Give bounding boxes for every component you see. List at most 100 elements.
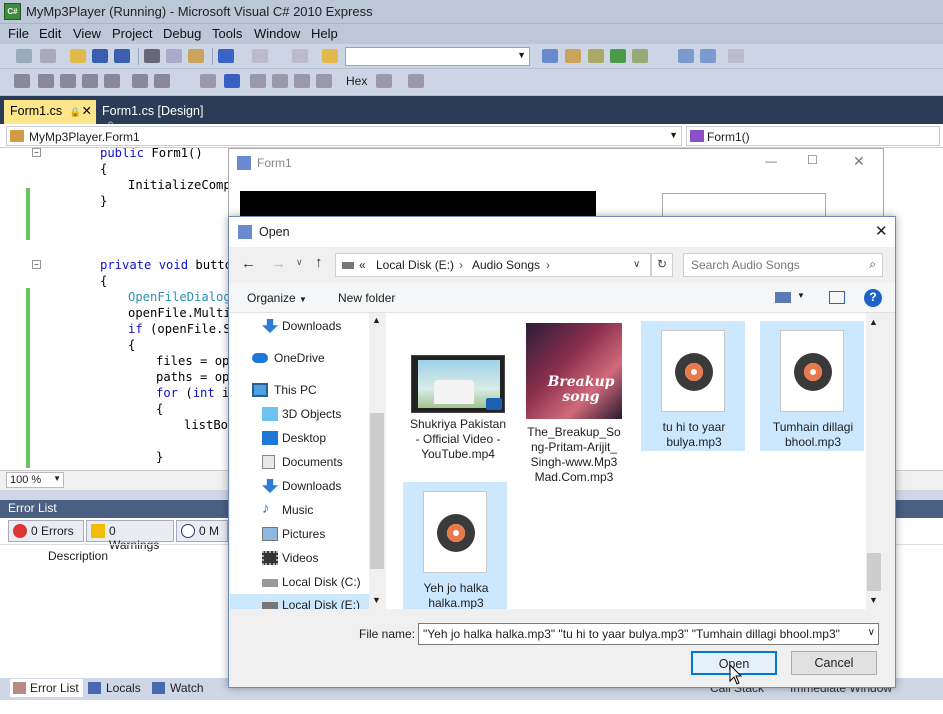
warnings-filter-button[interactable]: 0 Warnings (86, 520, 174, 552)
forward-arrow-icon[interactable]: → (271, 255, 286, 272)
solution-explorer-icon[interactable] (542, 49, 558, 63)
nav-item-desktop[interactable]: Desktop (230, 427, 371, 449)
search-input[interactable]: Search Audio Songs ⌕ (683, 253, 883, 277)
tab-watch[interactable]: Watch (152, 681, 204, 695)
file-scrollbar[interactable]: ▲ ▼ (866, 313, 882, 609)
add-item-icon[interactable] (40, 49, 56, 63)
nav-item-documents[interactable]: Documents (230, 451, 371, 473)
object-browser-icon[interactable] (610, 49, 626, 63)
help-icon[interactable]: ? (864, 289, 882, 307)
menu-file[interactable]: File (8, 26, 29, 41)
nav-item-music[interactable]: ♪ Music (230, 499, 371, 521)
tab-form1-cs[interactable]: Form1.cs 🔒 ✕ (4, 100, 96, 124)
save-icon[interactable] (92, 49, 108, 63)
debug-windows-icon[interactable] (408, 74, 424, 88)
indent-icon[interactable] (132, 74, 148, 88)
close-icon[interactable]: ✕ (82, 103, 92, 118)
nav-item-local-disk-c[interactable]: Local Disk (C:) (230, 571, 371, 593)
new-project-icon[interactable] (16, 49, 32, 63)
breadcrumb-local-disk[interactable]: Local Disk (E:) (376, 258, 454, 272)
member-list-icon[interactable] (38, 74, 54, 88)
chevron-down-icon[interactable]: ∨ (296, 257, 303, 268)
complete-word-icon[interactable] (104, 74, 120, 88)
tab-form1-design[interactable]: Form1.cs [Design] 🔒 (96, 100, 216, 131)
scroll-down-icon[interactable]: ▼ (869, 595, 878, 605)
breadcrumb-audio-songs[interactable]: Audio Songs (472, 258, 540, 272)
find-in-files-icon[interactable] (322, 49, 338, 63)
step-into-icon[interactable] (272, 74, 288, 88)
nav-item-local-disk-e[interactable]: Local Disk (E:) (230, 594, 371, 609)
start-debug-icon[interactable] (292, 49, 308, 63)
cut-icon[interactable] (144, 49, 160, 63)
chevron-right-icon[interactable]: › (546, 258, 550, 272)
menu-window[interactable]: Window (254, 26, 300, 41)
tab-error-list[interactable]: Error List (10, 679, 83, 697)
stop-debug-icon[interactable] (224, 74, 240, 88)
text-editor-icon[interactable] (14, 74, 30, 88)
nav-scrollbar[interactable]: ▲ ▼ (369, 313, 385, 609)
scroll-up-icon[interactable]: ▲ (869, 317, 878, 327)
file-item-selected[interactable]: tu hi to yaar bulya.mp3 (641, 321, 745, 451)
back-arrow-icon[interactable]: ← (241, 255, 256, 272)
parameter-info-icon[interactable] (82, 74, 98, 88)
tab-locals[interactable]: Locals (88, 681, 141, 695)
copy-icon[interactable] (166, 49, 182, 63)
menu-project[interactable]: Project (112, 26, 152, 41)
file-item[interactable]: Breakup song The_Breakup_So ng-Pritam-Ari… (522, 321, 626, 484)
chevron-right-icon[interactable]: › (459, 258, 463, 272)
undo-icon[interactable] (218, 49, 234, 63)
errors-filter-button[interactable]: 0 Errors (8, 520, 84, 542)
step-out-icon[interactable] (316, 74, 332, 88)
view-options-icon[interactable] (775, 292, 791, 303)
menu-tools[interactable]: Tools (212, 26, 242, 41)
breakpoint-icon[interactable] (376, 74, 392, 88)
breadcrumb-overflow[interactable]: « (359, 258, 366, 272)
nav-item-pictures[interactable]: Pictures (230, 523, 371, 545)
nav-item-downloads[interactable]: Downloads (230, 315, 371, 337)
comment-icon[interactable] (154, 74, 170, 88)
search-icon[interactable]: ⌕ (869, 257, 876, 272)
open-file-icon[interactable] (70, 49, 86, 63)
scroll-down-icon[interactable]: ▼ (372, 595, 381, 605)
file-item-selected[interactable]: Yeh jo halka halka.mp3 (403, 482, 507, 609)
scroll-thumb[interactable] (370, 413, 384, 569)
maximize-icon[interactable]: ☐ (807, 153, 818, 167)
messages-filter-button[interactable]: 0 M (176, 520, 228, 542)
preview-pane-icon[interactable] (829, 291, 845, 304)
quick-info-icon[interactable] (60, 74, 76, 88)
scroll-thumb[interactable] (867, 553, 881, 591)
up-arrow-icon[interactable]: ↑ (315, 254, 323, 271)
organize-button[interactable]: Organize ▼ (247, 291, 307, 305)
scroll-up-icon[interactable]: ▲ (372, 315, 381, 325)
menu-edit[interactable]: Edit (39, 26, 61, 41)
solution-config-dropdown[interactable]: ▼ (345, 47, 530, 66)
nav-item-3d-objects[interactable]: 3D Objects (230, 403, 371, 425)
type-dropdown[interactable]: MyMp3Player.Form1 ▼ (6, 126, 682, 146)
window-tile-icon[interactable] (700, 49, 716, 63)
refresh-icon[interactable]: ↻ (651, 253, 673, 277)
nav-item-onedrive[interactable]: OneDrive (230, 347, 371, 369)
hex-toggle[interactable]: Hex (346, 74, 367, 88)
redo-icon[interactable] (252, 49, 268, 63)
save-all-icon[interactable] (114, 49, 130, 63)
chevron-down-icon[interactable]: ∨ (865, 627, 875, 638)
navigation-pane[interactable]: Downloads OneDrive This PC 3D Objects De… (230, 313, 385, 609)
close-icon[interactable]: ✕ (875, 222, 888, 240)
nav-item-downloads-2[interactable]: Downloads (230, 475, 371, 497)
nav-item-this-pc[interactable]: This PC (230, 379, 371, 401)
collapse-icon[interactable]: − (32, 260, 41, 269)
nav-item-videos[interactable]: Videos (230, 547, 371, 569)
zoom-dropdown[interactable]: 100 % ▼ (6, 472, 64, 488)
chevron-down-icon[interactable]: ▼ (797, 291, 805, 300)
window-layout-icon[interactable] (678, 49, 694, 63)
properties-icon[interactable] (565, 49, 581, 63)
minimize-icon[interactable]: — (765, 154, 777, 168)
step-over-icon[interactable] (294, 74, 310, 88)
close-icon[interactable]: ✕ (853, 153, 865, 170)
new-folder-button[interactable]: New folder (338, 291, 395, 305)
paste-icon[interactable] (188, 49, 204, 63)
close-all-icon[interactable] (728, 49, 744, 63)
chevron-down-icon[interactable]: ∨ (633, 259, 640, 270)
file-item-selected[interactable]: Tumhain dillagi bhool.mp3 (760, 321, 864, 451)
menu-debug[interactable]: Debug (163, 26, 201, 41)
